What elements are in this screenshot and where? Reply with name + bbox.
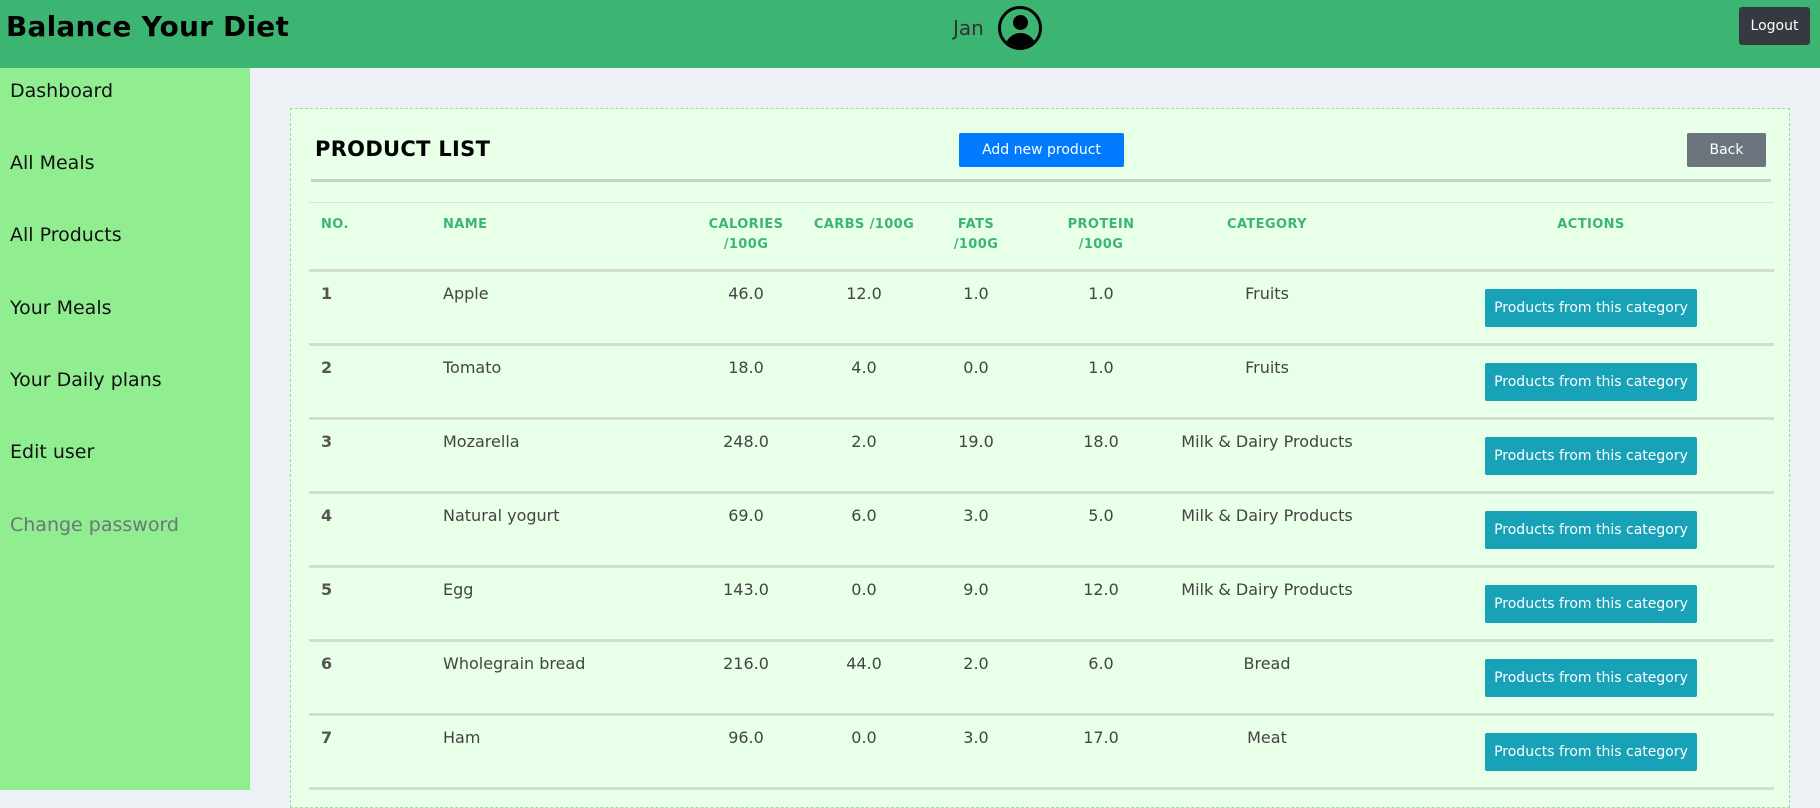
user-block: Jan [953, 4, 1042, 52]
user-name: Jan [953, 16, 984, 40]
cell-protein: 5.0 [1088, 506, 1114, 525]
top-navbar: Balance Your Diet Jan Logout [0, 0, 1820, 68]
cell-protein: 12.0 [1083, 580, 1119, 599]
table-row: 1 Apple 46.0 12.0 1.0 1.0 Fruits Product… [309, 272, 1774, 346]
col-header-fats: Fats /100g [953, 217, 999, 252]
cell-calories: 69.0 [728, 506, 764, 525]
col-header-actions: Actions [1557, 217, 1625, 232]
products-from-category-button[interactable]: Products from this category [1485, 585, 1697, 623]
cell-calories: 96.0 [728, 728, 764, 747]
title-divider [311, 179, 1771, 182]
sidebar-item-your-meals[interactable]: Your Meals [10, 297, 112, 319]
cell-name: Mozarella [443, 432, 520, 451]
cell-category: Milk & Dairy Products [1181, 580, 1353, 599]
cell-name: Natural yogurt [443, 506, 560, 525]
user-circle-icon [997, 6, 1042, 50]
sidebar-item-all-meals[interactable]: All Meals [10, 152, 95, 174]
products-from-category-button[interactable]: Products from this category [1485, 437, 1697, 475]
cell-fats: 3.0 [963, 728, 989, 747]
col-header-name: Name [443, 217, 488, 232]
cell-fats: 3.0 [963, 506, 989, 525]
products-from-category-button[interactable]: Products from this category [1485, 733, 1697, 771]
cell-carbs: 4.0 [851, 358, 877, 377]
cell-carbs: 12.0 [846, 284, 882, 303]
col-header-no: No. [321, 217, 349, 232]
cell-name: Apple [443, 284, 489, 303]
table-row: 7 Ham 96.0 0.0 3.0 17.0 Meat Products fr… [309, 716, 1774, 790]
cell-category: Milk & Dairy Products [1181, 506, 1353, 525]
cell-protein: 6.0 [1088, 654, 1114, 673]
products-from-category-button[interactable]: Products from this category [1485, 363, 1697, 401]
sidebar-item-dashboard[interactable]: Dashboard [10, 80, 113, 102]
cell-protein: 17.0 [1083, 728, 1119, 747]
cell-calories: 216.0 [723, 654, 769, 673]
cell-fats: 1.0 [963, 284, 989, 303]
cell-carbs: 0.0 [851, 728, 877, 747]
cell-category: Fruits [1245, 284, 1289, 303]
sidebar-item-edit-user[interactable]: Edit user [10, 441, 94, 463]
cell-fats: 2.0 [963, 654, 989, 673]
cell-name: Egg [443, 580, 474, 599]
sidebar-item-change-password[interactable]: Change password [10, 514, 179, 536]
products-table: No. Name Calories /100g Carbs /100g Fats… [309, 202, 1774, 790]
cell-category: Milk & Dairy Products [1181, 432, 1353, 451]
cell-calories: 248.0 [723, 432, 769, 451]
app-title[interactable]: Balance Your Diet [6, 10, 289, 43]
sidebar-item-daily-plans[interactable]: Your Daily plans [10, 369, 162, 391]
logout-button[interactable]: Logout [1739, 7, 1810, 45]
cell-protein: 1.0 [1088, 284, 1114, 303]
col-header-protein: Protein /100g [1067, 217, 1135, 252]
sidebar-item-all-products[interactable]: All Products [10, 224, 122, 246]
cell-no: 5 [321, 580, 333, 599]
cell-category: Bread [1243, 654, 1291, 673]
cell-no: 1 [321, 284, 333, 303]
table-row: 3 Mozarella 248.0 2.0 19.0 18.0 Milk & D… [309, 420, 1774, 494]
cell-carbs: 6.0 [851, 506, 877, 525]
cell-carbs: 2.0 [851, 432, 877, 451]
product-list-card: PRODUCT LIST Add new product Back No. Na… [290, 108, 1790, 808]
cell-calories: 18.0 [728, 358, 764, 377]
sidebar: Dashboard All Meals All Products Your Me… [0, 68, 250, 790]
products-from-category-button[interactable]: Products from this category [1485, 289, 1697, 327]
add-product-button[interactable]: Add new product [959, 133, 1124, 167]
cell-no: 3 [321, 432, 333, 451]
cell-no: 7 [321, 728, 333, 747]
products-from-category-button[interactable]: Products from this category [1485, 659, 1697, 697]
table-row: 4 Natural yogurt 69.0 6.0 3.0 5.0 Milk &… [309, 494, 1774, 568]
table-header: No. Name Calories /100g Carbs /100g Fats… [309, 202, 1774, 272]
cell-category: Fruits [1245, 358, 1289, 377]
cell-no: 2 [321, 358, 333, 377]
cell-name: Tomato [443, 358, 502, 377]
back-button[interactable]: Back [1687, 133, 1766, 167]
table-row: 5 Egg 143.0 0.0 9.0 12.0 Milk & Dairy Pr… [309, 568, 1774, 642]
col-header-carbs: Carbs /100g [813, 217, 915, 232]
page-title: PRODUCT LIST [315, 137, 491, 161]
cell-name: Wholegrain bread [443, 654, 586, 673]
cell-category: Meat [1247, 728, 1287, 747]
cell-carbs: 44.0 [846, 654, 882, 673]
cell-protein: 18.0 [1083, 432, 1119, 451]
products-from-category-button[interactable]: Products from this category [1485, 511, 1697, 549]
table-row: 2 Tomato 18.0 4.0 0.0 1.0 Fruits Product… [309, 346, 1774, 420]
table-row: 6 Wholegrain bread 216.0 44.0 2.0 6.0 Br… [309, 642, 1774, 716]
cell-carbs: 0.0 [851, 580, 877, 599]
cell-calories: 143.0 [723, 580, 769, 599]
cell-fats: 19.0 [958, 432, 994, 451]
cell-name: Ham [443, 728, 481, 747]
cell-fats: 9.0 [963, 580, 989, 599]
cell-no: 4 [321, 506, 333, 525]
cell-calories: 46.0 [728, 284, 764, 303]
col-header-calories: Calories /100g [708, 217, 784, 252]
cell-protein: 1.0 [1088, 358, 1114, 377]
col-header-category: Category [1227, 217, 1307, 232]
cell-fats: 0.0 [963, 358, 989, 377]
cell-no: 6 [321, 654, 333, 673]
